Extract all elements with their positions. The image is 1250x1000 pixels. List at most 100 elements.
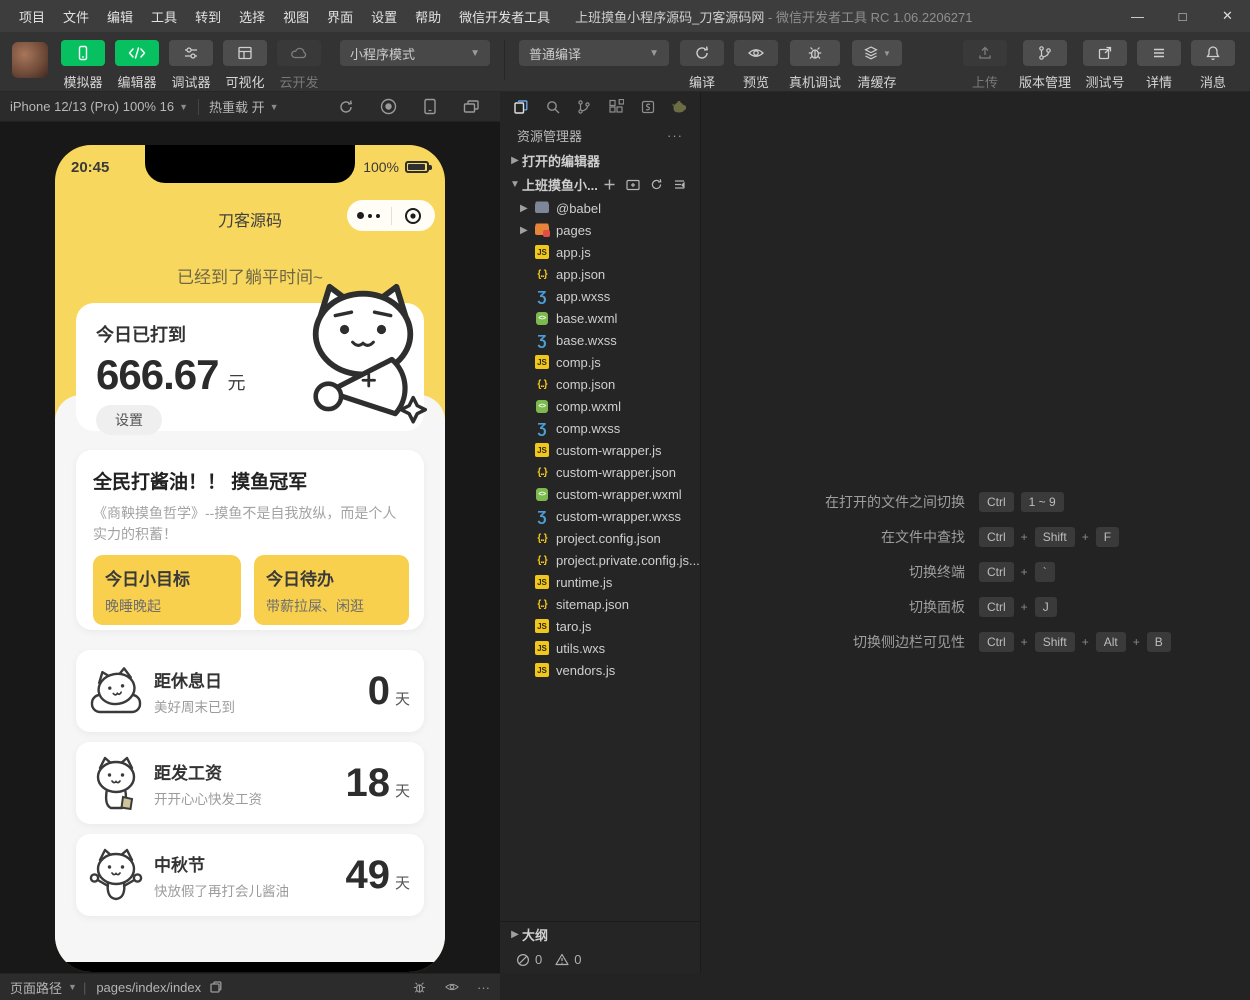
slogan-desc: 《商鞅摸鱼哲学》--摸鱼不是自我放纵，而是个人实力的积蓄！	[93, 503, 409, 545]
menu-item[interactable]: 转到	[186, 7, 230, 26]
file-row[interactable]: comp.json	[500, 373, 700, 395]
compile-button[interactable]: 编译	[675, 40, 729, 91]
explorer-more-button[interactable]: ···	[667, 128, 683, 143]
daily-goal-box[interactable]: 今日小目标 晚睡晚起	[93, 555, 241, 625]
record-icon[interactable]	[380, 98, 397, 115]
file-row[interactable]: custom-wrapper.wxss	[500, 505, 700, 527]
outline-section[interactable]: ▶ 大纲	[500, 921, 700, 946]
extensions-icon[interactable]	[601, 94, 631, 120]
device-select[interactable]: iPhone 12/13 (Pro) 100% 16	[10, 99, 174, 114]
source-control-icon[interactable]	[569, 94, 599, 120]
menu-item[interactable]: 项目	[10, 7, 54, 26]
close-miniapp-button[interactable]	[392, 207, 436, 225]
file-row[interactable]: comp.wxml	[500, 395, 700, 417]
menu-item[interactable]: 界面	[318, 7, 362, 26]
json-file-icon	[534, 266, 550, 282]
npm-panel-icon[interactable]	[633, 94, 663, 120]
search-icon[interactable]	[538, 94, 568, 120]
settings-button[interactable]: 设置	[96, 405, 162, 435]
file-row[interactable]: runtime.js	[500, 571, 700, 593]
hot-reload-toggle[interactable]: 热重载 开	[209, 97, 265, 116]
more-menu-button[interactable]	[347, 212, 391, 219]
file-row[interactable]: vendors.js	[500, 659, 700, 681]
countdown-title: 距发工资	[154, 759, 345, 784]
menu-item[interactable]: 帮助	[406, 7, 450, 26]
preview-button[interactable]: 预览	[729, 40, 783, 91]
multi-window-icon[interactable]	[463, 99, 480, 115]
file-row[interactable]: app.json	[500, 263, 700, 285]
menu-item[interactable]: 工具	[142, 7, 186, 26]
cat-illustration	[293, 281, 433, 431]
chevron-right-icon: ▶	[508, 929, 522, 940]
file-row[interactable]: ▶pages	[500, 219, 700, 241]
file-row[interactable]: comp.js	[500, 351, 700, 373]
menu-item[interactable]: 选择	[230, 7, 274, 26]
clear-cache-button[interactable]: ▼ 清缓存	[847, 40, 907, 91]
file-row[interactable]: comp.wxss	[500, 417, 700, 439]
countdown-subtitle: 美好周末已到	[154, 696, 368, 716]
files-icon[interactable]	[506, 94, 536, 120]
file-row[interactable]: project.config.json	[500, 527, 700, 549]
project-root-row[interactable]: ▼ 上班摸鱼小...	[500, 172, 700, 196]
countdown-card: 中秋节快放假了再打会儿酱油49天	[76, 834, 424, 916]
maximize-button[interactable]: □	[1160, 9, 1205, 24]
simulator-toggle-button[interactable]: 模拟器	[56, 40, 110, 91]
menu-item[interactable]: 文件	[54, 7, 98, 26]
file-row[interactable]: custom-wrapper.wxml	[500, 483, 700, 505]
version-manage-button[interactable]: 版本管理	[1012, 40, 1078, 91]
file-row[interactable]: app.wxss	[500, 285, 700, 307]
file-row[interactable]: project.private.config.js...	[500, 549, 700, 571]
test-account-button[interactable]: 测试号	[1078, 40, 1132, 91]
menu-item[interactable]: 微信开发者工具	[450, 7, 559, 26]
file-row[interactable]: custom-wrapper.js	[500, 439, 700, 461]
details-button[interactable]: 详情	[1132, 40, 1186, 91]
file-row[interactable]: taro.js	[500, 615, 700, 637]
file-row[interactable]: app.js	[500, 241, 700, 263]
debugger-toggle-button[interactable]: 调试器	[164, 40, 218, 91]
cloud-icon	[290, 45, 308, 61]
problems-bar[interactable]: 0 0	[500, 946, 700, 973]
file-name: custom-wrapper.wxml	[556, 487, 682, 502]
file-row[interactable]: base.wxml	[500, 307, 700, 329]
collapse-all-icon[interactable]	[673, 178, 686, 191]
menu-item[interactable]: 视图	[274, 7, 318, 26]
file-name: app.wxss	[556, 289, 610, 304]
visibility-eye-icon[interactable]	[444, 980, 460, 994]
avatar[interactable]	[12, 42, 48, 78]
visual-toggle-button[interactable]: 可视化	[218, 40, 272, 91]
menu-item[interactable]: 编辑	[98, 7, 142, 26]
new-file-icon[interactable]	[603, 178, 616, 191]
file-row[interactable]: sitemap.json	[500, 593, 700, 615]
new-folder-icon[interactable]	[626, 178, 640, 191]
file-row[interactable]: base.wxss	[500, 329, 700, 351]
compile-mode-select[interactable]: 普通编译 ▼	[519, 40, 669, 66]
vconsole-bug-icon[interactable]	[412, 980, 427, 995]
messages-button[interactable]: 消息	[1186, 40, 1240, 91]
copy-icon[interactable]	[209, 980, 223, 994]
js-file-icon	[534, 442, 550, 458]
mode-select[interactable]: 小程序模式 ▼	[340, 40, 490, 66]
editor-toggle-button[interactable]: 编辑器	[110, 40, 164, 91]
more-icon[interactable]: ···	[477, 980, 490, 995]
minimize-button[interactable]: —	[1115, 9, 1160, 24]
daily-todo-box[interactable]: 今日待办 带薪拉屎、闲逛	[254, 555, 409, 625]
menu-item[interactable]: 设置	[362, 7, 406, 26]
keycap: 1 ~ 9	[1021, 492, 1064, 512]
countdown-days: 0	[368, 669, 390, 714]
remote-debug-button[interactable]: 真机调试	[783, 40, 847, 91]
device-frame-icon[interactable]	[423, 98, 437, 115]
countdown-days: 18	[345, 761, 390, 806]
refresh-explorer-icon[interactable]	[650, 178, 663, 191]
page-path-select[interactable]: 页面路径	[10, 978, 62, 997]
open-editors-section[interactable]: ▶ 打开的编辑器	[500, 148, 700, 172]
file-row[interactable]: ▶@babel	[500, 197, 700, 219]
restart-icon[interactable]	[338, 99, 354, 115]
warning-icon	[555, 953, 569, 966]
upload-icon	[977, 45, 993, 61]
file-row[interactable]: custom-wrapper.json	[500, 461, 700, 483]
teapot-icon[interactable]	[664, 94, 694, 120]
close-button[interactable]: ✕	[1205, 8, 1250, 24]
code-icon	[128, 45, 146, 61]
countdown-title: 距休息日	[154, 667, 368, 692]
file-row[interactable]: utils.wxs	[500, 637, 700, 659]
